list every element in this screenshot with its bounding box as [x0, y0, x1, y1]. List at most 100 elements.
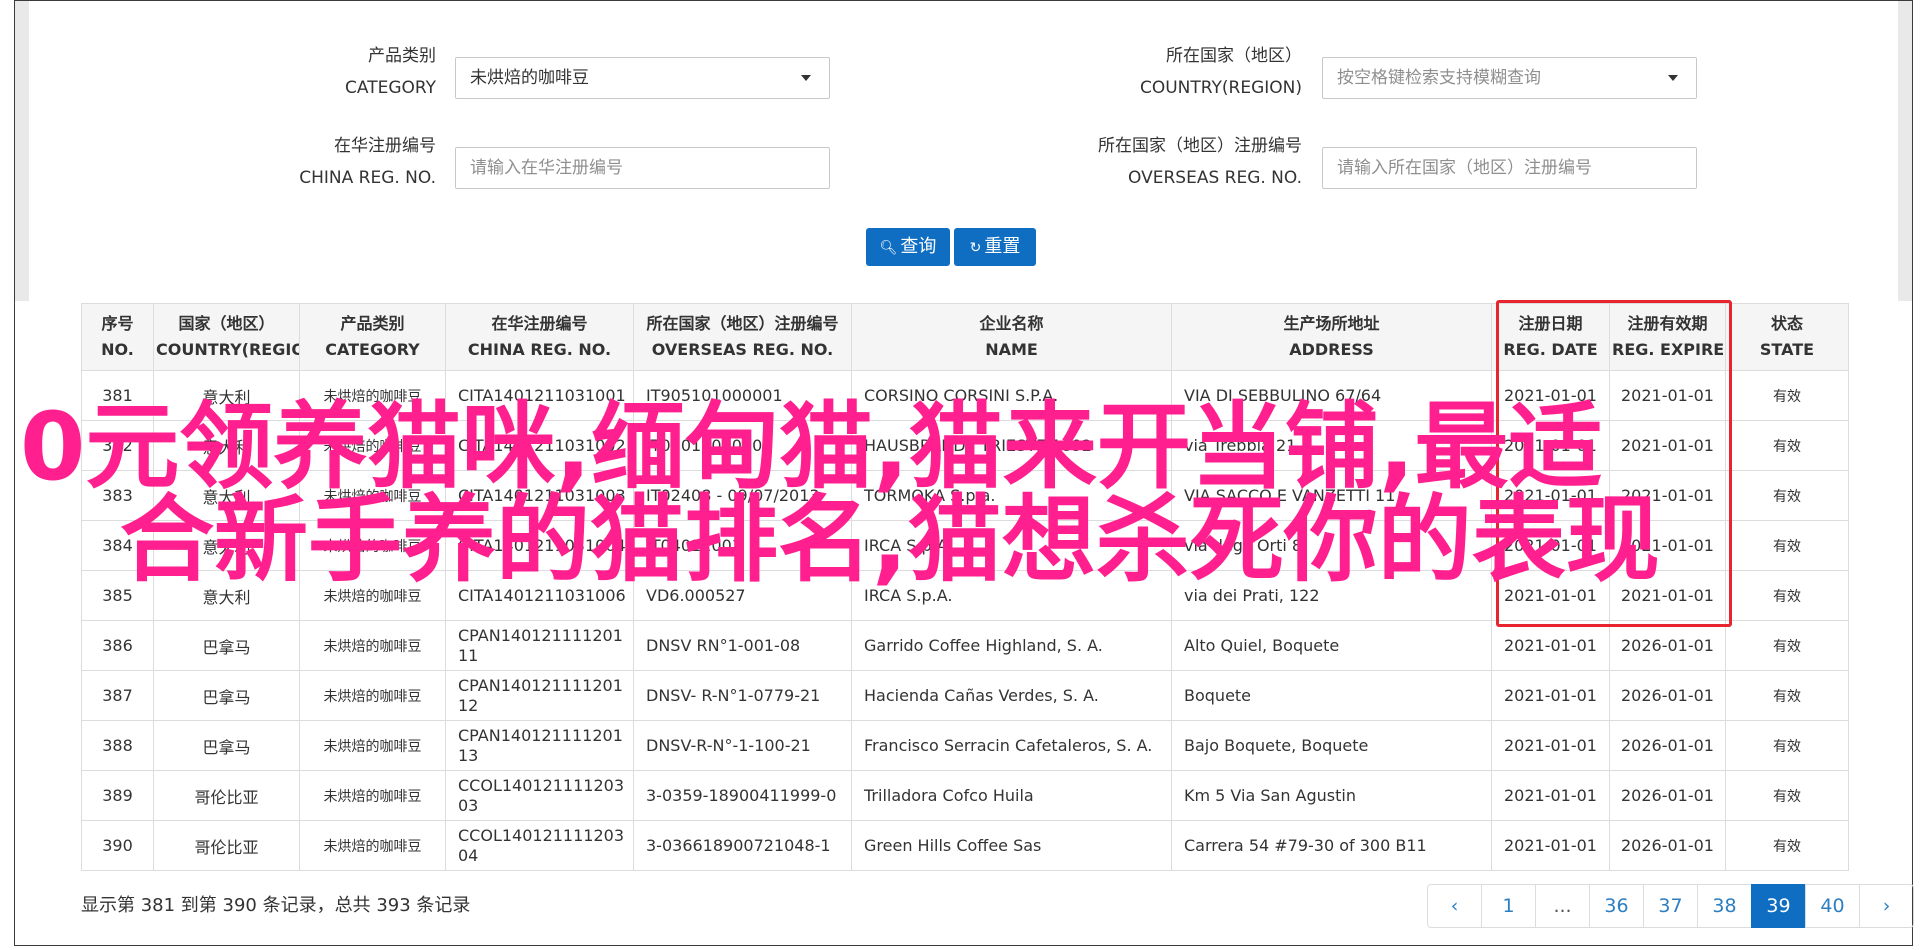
- search-button-label: 查询: [900, 236, 937, 257]
- overseas-reg-cell: DNSV RN°1-001-08: [633, 620, 852, 671]
- overseas-reg-cell: DNSV- R-N°1-0779-21: [633, 670, 852, 721]
- country-select-placeholder: 按空格键检索支持模糊查询: [1337, 68, 1541, 88]
- column-header-en: ADDRESS: [1289, 340, 1374, 359]
- company-name-cell: Hacienda Cañas Verdes, S. A.: [851, 670, 1172, 721]
- column-header[interactable]: 所在国家（地区）注册编号 OVERSEAS REG. NO.: [633, 303, 852, 371]
- state-cell: 有效: [1725, 820, 1849, 871]
- column-header[interactable]: 在华注册编号 CHINA REG. NO.: [445, 303, 634, 371]
- pagination-ellipsis: ...: [1535, 884, 1590, 928]
- country-cell: 巴拿马: [153, 670, 300, 721]
- company-name-cell: Francisco Serracin Cafetaleros, S. A.: [851, 720, 1172, 771]
- category-cell: 未烘焙的咖啡豆: [299, 720, 446, 771]
- overseas-reg-input[interactable]: [1322, 147, 1697, 189]
- expire-date-cell: 2026-01-01: [1609, 620, 1726, 671]
- pagination-page[interactable]: 40: [1805, 884, 1860, 928]
- column-header-cn: 序号: [101, 314, 134, 333]
- expire-date-cell: 2026-01-01: [1609, 820, 1726, 871]
- reg-date-cell: 2021-01-01: [1491, 770, 1610, 821]
- pagination-prev[interactable]: ‹: [1427, 884, 1482, 928]
- country-cell: 巴拿马: [153, 620, 300, 671]
- category-cell: 未烘焙的咖啡豆: [299, 620, 446, 671]
- company-name-cell: Green Hills Coffee Sas: [851, 820, 1172, 871]
- china-reg-cell: CPAN14012111120112: [445, 670, 634, 721]
- column-header-cn: 在华注册编号: [491, 314, 588, 333]
- category-cell: 未烘焙的咖啡豆: [299, 820, 446, 871]
- left-scrollbar[interactable]: [15, 1, 29, 301]
- reg-date-cell: 2021-01-01: [1491, 620, 1610, 671]
- category-label-en: CATEGORY: [345, 78, 436, 98]
- china-reg-cell: CCOL14012111120303: [445, 770, 634, 821]
- column-header[interactable]: 序号 NO.: [81, 303, 154, 371]
- reset-button[interactable]: ↻ 重置: [954, 228, 1036, 266]
- china-reg-input[interactable]: [455, 147, 830, 189]
- column-header-en: NAME: [985, 340, 1038, 359]
- column-header-en: CHINA REG. NO.: [467, 340, 612, 359]
- expire-date-cell: 2026-01-01: [1609, 670, 1726, 721]
- china-reg-label-cn: 在华注册编号: [334, 136, 436, 156]
- company-name-cell: Trilladora Cofco Huila: [851, 770, 1172, 821]
- pagination-page[interactable]: 37: [1643, 884, 1698, 928]
- pagination: ‹ 1 ... 36 37 38 39 40 ›: [1427, 884, 1914, 928]
- overseas-reg-label-cn: 所在国家（地区）注册编号: [1098, 136, 1302, 156]
- address-cell: Bajo Boquete, Boquete: [1171, 720, 1492, 771]
- chevron-down-icon: [1668, 75, 1678, 81]
- column-header-cn: 产品类别: [340, 314, 405, 333]
- row-number: 388: [81, 720, 154, 771]
- column-header[interactable]: 国家（地区） COUNTRY(REGIO...: [153, 303, 300, 371]
- china-reg-label-en: CHINA REG. NO.: [299, 168, 436, 188]
- china-reg-cell: CPAN14012111120111: [445, 620, 634, 671]
- state-cell: 有效: [1725, 620, 1849, 671]
- row-number: 389: [81, 770, 154, 821]
- record-summary: 显示第 381 到第 390 条记录，总共 393 条记录: [81, 895, 471, 916]
- overseas-reg-label-en: OVERSEAS REG. NO.: [1128, 168, 1302, 188]
- china-reg-cell: CCOL14012111120304: [445, 820, 634, 871]
- table-row[interactable]: 389 哥伦比亚 未烘焙的咖啡豆 CCOL14012111120303 3-0359-1…: [81, 770, 1849, 821]
- right-scrollbar[interactable]: [1898, 1, 1912, 301]
- reg-date-cell: 2021-01-01: [1491, 720, 1610, 771]
- row-number: 386: [81, 620, 154, 671]
- column-header-en: STATE: [1759, 340, 1815, 359]
- column-header-cn: 国家（地区）: [178, 314, 275, 333]
- row-number: 390: [81, 820, 154, 871]
- overseas-reg-cell: 3-0359-18900411999-0: [633, 770, 852, 821]
- address-cell: Alto Quiel, Boquete: [1171, 620, 1492, 671]
- country-cell: 哥伦比亚: [153, 820, 300, 871]
- company-name-cell: Garrido Coffee Highland, S. A.: [851, 620, 1172, 671]
- country-label-cn: 所在国家（地区）: [1166, 46, 1302, 66]
- address-cell: Carrera 54 #79-30 of 300 B11: [1171, 820, 1492, 871]
- table-row[interactable]: 388 巴拿马 未烘焙的咖啡豆 CPAN14012111120113 DNSV-R-N°…: [81, 720, 1849, 771]
- category-cell: 未烘焙的咖啡豆: [299, 670, 446, 721]
- category-label: 产品类别 CATEGORY: [300, 40, 436, 104]
- table-row[interactable]: 387 巴拿马 未烘焙的咖啡豆 CPAN14012111120112 DNSV- R-N…: [81, 670, 1849, 721]
- country-cell: 巴拿马: [153, 720, 300, 771]
- address-cell: Boquete: [1171, 670, 1492, 721]
- category-select[interactable]: 未烘焙的咖啡豆: [455, 57, 830, 99]
- pagination-page[interactable]: 1: [1481, 884, 1536, 928]
- country-cell: 哥伦比亚: [153, 770, 300, 821]
- row-number: 387: [81, 670, 154, 721]
- table-row[interactable]: 386 巴拿马 未烘焙的咖啡豆 CPAN14012111120111 DNSV RN°1…: [81, 620, 1849, 671]
- country-select[interactable]: 按空格键检索支持模糊查询: [1322, 57, 1697, 99]
- column-header[interactable]: 产品类别 CATEGORY: [299, 303, 446, 371]
- state-cell: 有效: [1725, 670, 1849, 721]
- search-button[interactable]: 🔍︎ 查询: [866, 228, 950, 266]
- overseas-reg-cell: DNSV-R-N°-1-100-21: [633, 720, 852, 771]
- category-label-cn: 产品类别: [368, 46, 436, 66]
- pagination-page[interactable]: 36: [1589, 884, 1644, 928]
- column-header[interactable]: 状态 STATE: [1725, 303, 1849, 371]
- pagination-next[interactable]: ›: [1859, 884, 1914, 928]
- column-header-en: NO.: [101, 340, 134, 359]
- country-label-en: COUNTRY(REGION): [1139, 78, 1302, 98]
- table-row[interactable]: 390 哥伦比亚 未烘焙的咖啡豆 CCOL14012111120304 3-036618…: [81, 820, 1849, 871]
- column-header[interactable]: 企业名称 NAME: [851, 303, 1172, 371]
- overlay-headline-line2: 合新手养的猫排名,猫想杀死你的表现: [120, 486, 1660, 595]
- column-header-cn: 企业名称: [979, 314, 1044, 333]
- column-header-en: COUNTRY(REGIO...: [156, 340, 299, 359]
- pagination-page[interactable]: 38: [1697, 884, 1752, 928]
- search-icon: 🔍︎: [879, 240, 898, 256]
- column-header-en: OVERSEAS REG. NO.: [651, 340, 834, 359]
- china-reg-cell: CPAN14012111120113: [445, 720, 634, 771]
- column-header-cn: 所在国家（地区）注册编号: [646, 314, 839, 333]
- pagination-page-active[interactable]: 39: [1751, 884, 1806, 928]
- column-header[interactable]: 生产场所地址 ADDRESS: [1171, 303, 1492, 371]
